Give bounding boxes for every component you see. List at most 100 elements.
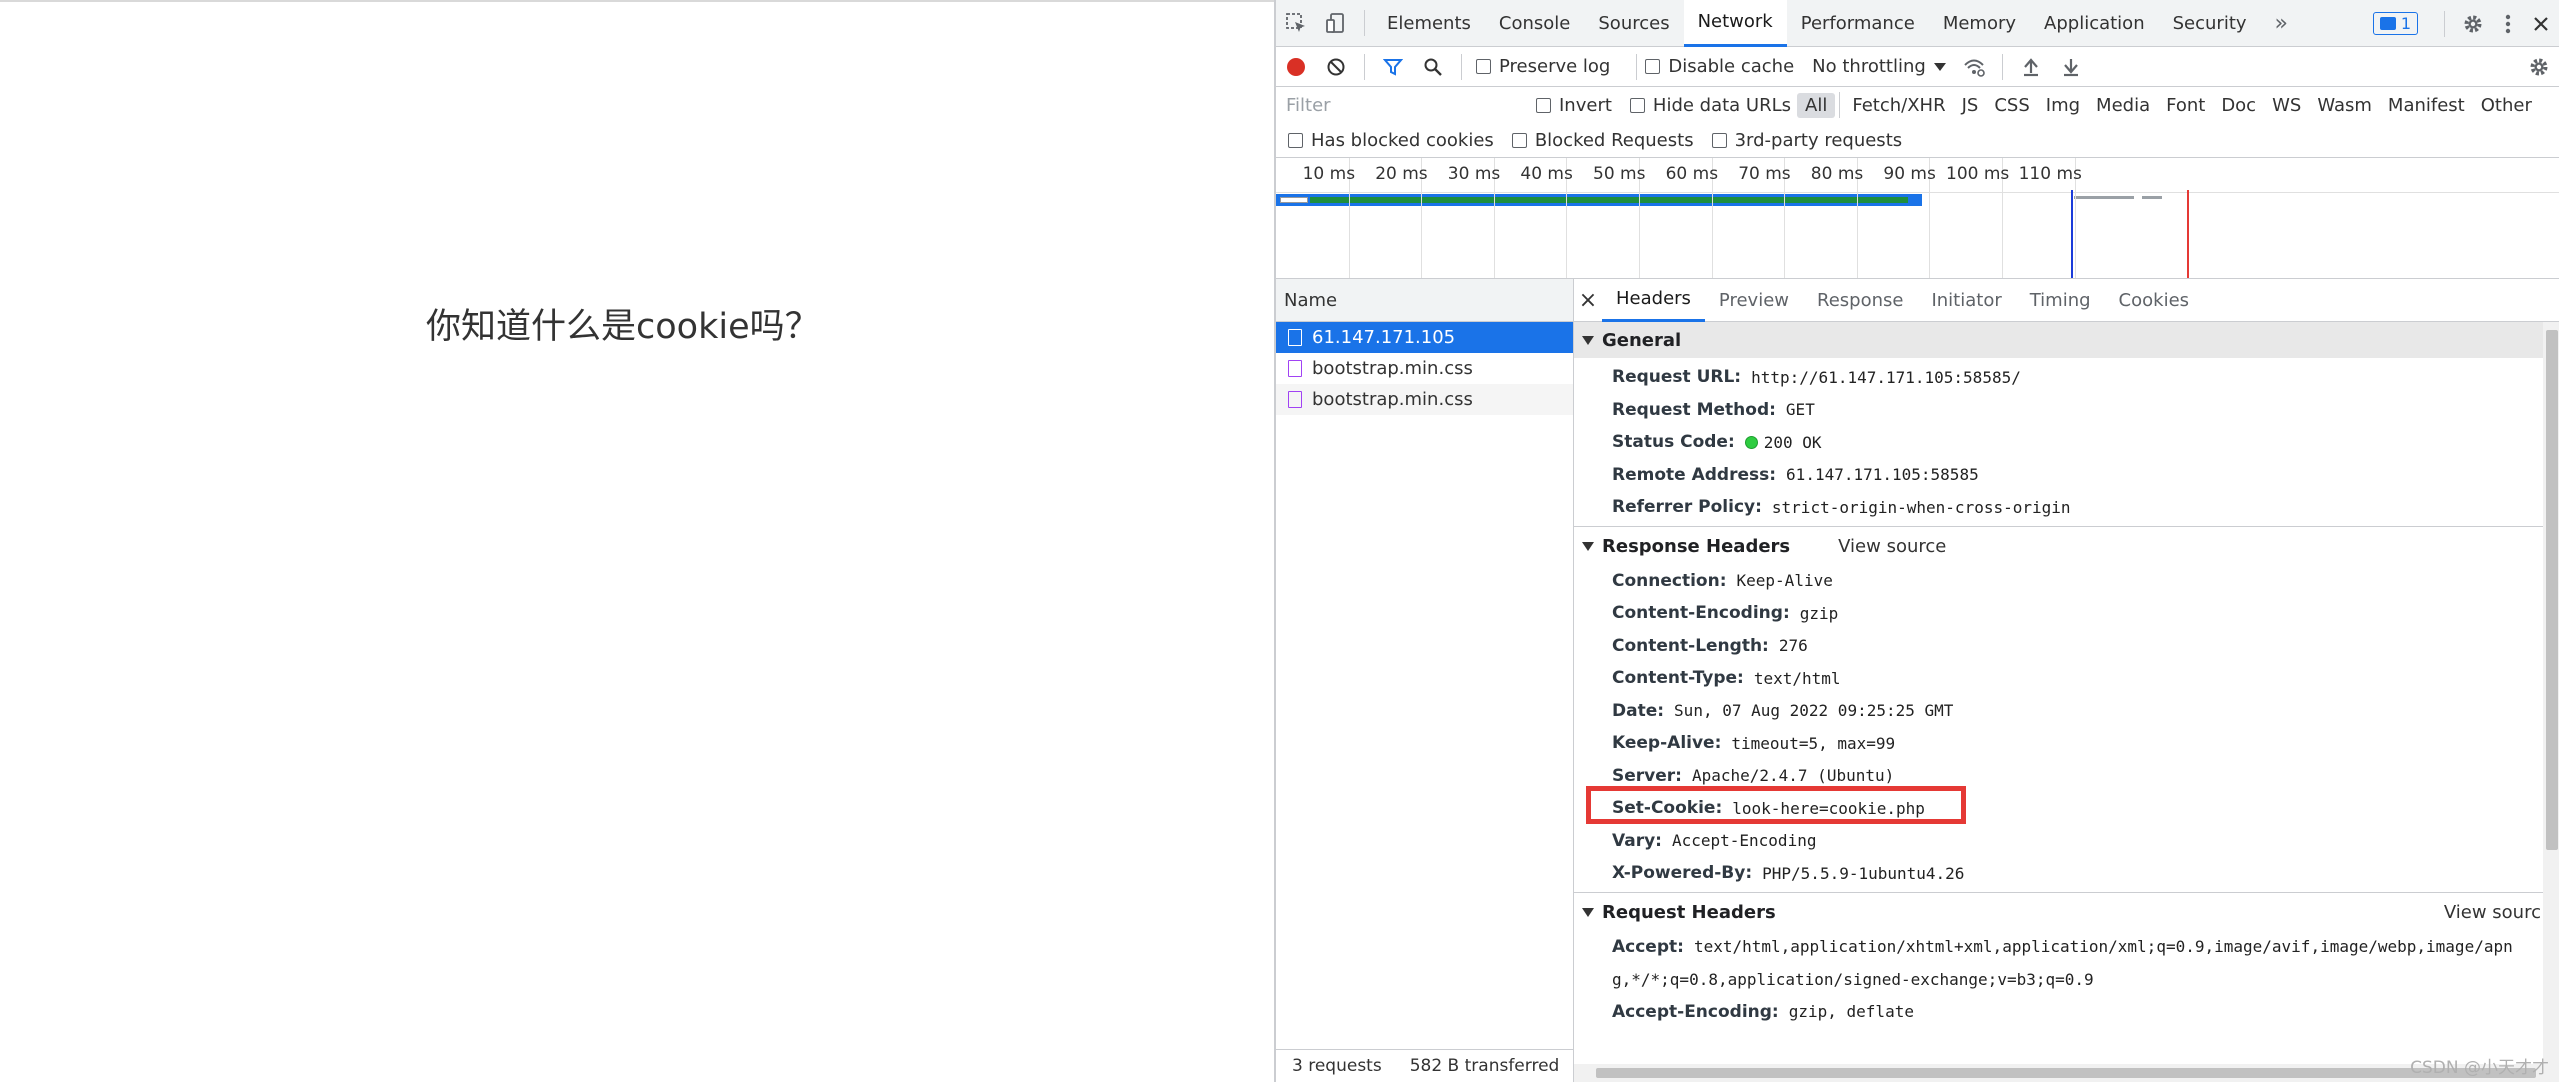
request-row-stylesheet[interactable]: bootstrap.min.css [1276, 353, 1573, 384]
header-row-remote-address: Remote Address: 61.147.171.105:58585 [1574, 459, 2559, 492]
tab-application[interactable]: Application [2030, 0, 2159, 47]
detail-tab-cookies[interactable]: Cookies [2105, 279, 2203, 322]
header-row-continuation: g,*/*;q=0.8,application/signed-exchange;… [1574, 963, 2559, 996]
collapse-triangle-icon [1582, 908, 1594, 917]
vertical-scrollbar[interactable] [2543, 322, 2559, 1082]
tab-sources[interactable]: Sources [1584, 0, 1683, 47]
throttling-select[interactable]: No throttling [1812, 56, 1946, 77]
tab-security[interactable]: Security [2159, 0, 2261, 47]
type-filter-font[interactable]: Font [2158, 93, 2213, 118]
close-detail-icon[interactable]: × [1574, 288, 1602, 313]
type-filter-fetch-xhr[interactable]: Fetch/XHR [1844, 93, 1953, 118]
search-button[interactable] [1413, 43, 1453, 90]
tab-network[interactable]: Network [1683, 0, 1787, 47]
issues-count: 1 [2400, 14, 2411, 33]
header-value: http://61.147.171.105:58585/ [1751, 367, 2021, 387]
request-name: 61.147.171.105 [1312, 327, 1456, 348]
settings-gear-icon[interactable] [2453, 0, 2493, 47]
clear-icon [1327, 58, 1345, 75]
detail-tab-timing[interactable]: Timing [2016, 279, 2105, 322]
header-row-x-powered-by: X-Powered-By: PHP/5.5.9-1ubuntu4.26 [1574, 857, 2559, 890]
network-settings-gear-icon[interactable] [2519, 43, 2559, 90]
header-key: Date: [1612, 700, 1665, 721]
detail-tab-initiator[interactable]: Initiator [1917, 279, 2015, 322]
export-har-icon[interactable] [2051, 43, 2091, 90]
request-headers-header[interactable]: Request Headers View sourc [1574, 894, 2559, 931]
checkbox-box [1645, 59, 1661, 74]
response-headers-header[interactable]: Response Headers View source [1574, 528, 2559, 565]
checkbox-box [1511, 132, 1527, 148]
type-filter-css[interactable]: CSS [1986, 93, 2037, 118]
divider [2001, 53, 2003, 80]
detail-tab-response[interactable]: Response [1803, 279, 1917, 322]
clear-button[interactable] [1316, 43, 1356, 90]
type-filter-img[interactable]: Img [2038, 93, 2088, 118]
close-devtools-icon[interactable] [2523, 0, 2559, 47]
transferred-size: 582 B transferred [1409, 1056, 1560, 1076]
more-options-icon[interactable] [2493, 0, 2523, 47]
request-row-document[interactable]: 61.147.171.105 [1276, 322, 1573, 353]
type-filter-doc[interactable]: Doc [2213, 93, 2264, 118]
header-value: strict-origin-when-cross-origin [1771, 497, 2071, 517]
type-filter-all[interactable]: All [1797, 92, 1836, 118]
invert-checkbox[interactable]: Invert [1536, 95, 1612, 116]
network-conditions-icon[interactable] [1954, 43, 1994, 90]
has-blocked-cookies-checkbox[interactable]: Has blocked cookies [1288, 130, 1494, 151]
header-key: Remote Address: [1612, 464, 1777, 485]
detail-tab-headers[interactable]: Headers [1602, 279, 1705, 322]
filter-input[interactable]: Filter [1286, 91, 1536, 119]
request-row-stylesheet[interactable]: bootstrap.min.css [1276, 384, 1573, 415]
type-filter-js[interactable]: JS [1954, 93, 1987, 118]
blocked-requests-label: Blocked Requests [1534, 129, 1694, 151]
header-row-date: Date: Sun, 07 Aug 2022 09:25:25 GMT [1574, 695, 2559, 728]
waterfall-bar-green [1310, 197, 1908, 203]
hide-data-urls-checkbox[interactable]: Hide data URLs [1629, 95, 1791, 116]
request-name: bootstrap.min.css [1312, 389, 1473, 410]
type-filter-ws[interactable]: WS [2264, 93, 2309, 118]
preserve-log-checkbox[interactable]: Preserve log [1476, 56, 1610, 77]
scrollbar-thumb[interactable] [2546, 330, 2558, 850]
request-detail-panel: × Headers Preview Response Initiator Timing C… [1574, 279, 2559, 1082]
tab-performance[interactable]: Performance [1787, 0, 1929, 47]
type-filter-manifest[interactable]: Manifest [2380, 93, 2473, 118]
filter-toggle-button[interactable] [1373, 43, 1413, 90]
network-overview-timeline[interactable]: 10 ms 20 ms 30 ms 40 ms 50 ms 60 ms 70 ms 80 ms… [1276, 158, 2559, 279]
network-status-bar: 3 requests 582 B transferred [1276, 1049, 1573, 1082]
name-column-header[interactable]: Name [1276, 279, 1573, 322]
tab-console[interactable]: Console [1485, 0, 1584, 47]
record-button[interactable] [1276, 43, 1316, 90]
general-section-header[interactable]: General [1574, 322, 2559, 358]
timeline-ruler [1276, 192, 2559, 193]
disable-cache-checkbox[interactable]: Disable cache [1645, 56, 1794, 77]
tab-elements[interactable]: Elements [1373, 0, 1485, 47]
header-value: gzip, deflate [1788, 1002, 1914, 1022]
third-party-requests-checkbox[interactable]: 3rd-party requests [1711, 130, 1902, 151]
stylesheet-icon [1288, 391, 1302, 408]
header-key: Request Method: [1612, 399, 1776, 420]
header-value: Apache/2.4.7 (Ubuntu) [1691, 766, 1895, 786]
type-filter-wasm[interactable]: Wasm [2309, 93, 2380, 118]
tab-memory[interactable]: Memory [1929, 0, 2030, 47]
device-toolbar-icon[interactable] [1316, 0, 1356, 47]
inspect-element-icon[interactable] [1276, 0, 1316, 47]
import-har-icon[interactable] [2011, 43, 2051, 90]
checkbox-box [1629, 97, 1645, 113]
type-filter-media[interactable]: Media [2088, 93, 2158, 118]
header-value: Accept-Encoding [1671, 831, 1817, 851]
blocked-requests-checkbox[interactable]: Blocked Requests [1511, 129, 1694, 151]
view-source-link[interactable]: View source [1838, 536, 1946, 557]
header-row-request-url: Request URL: http://61.147.171.105:58585/ [1574, 361, 2559, 394]
more-tabs-button[interactable]: » [2261, 0, 2302, 47]
timeline-tick-label: 30 ms [1447, 164, 1501, 184]
type-filter-other[interactable]: Other [2473, 93, 2540, 118]
filter-bar: Filter Invert Hide data URLs All Fetch/XH… [1276, 87, 2559, 123]
issues-badge[interactable]: 1 [2372, 12, 2418, 35]
document-icon [1288, 329, 1302, 346]
header-value: 61.147.171.105:58585 [1786, 465, 1979, 485]
throttling-value: No throttling [1812, 56, 1926, 77]
detail-tab-preview[interactable]: Preview [1705, 279, 1803, 322]
header-key: Server: [1612, 765, 1682, 786]
view-source-link[interactable]: View sourc [2444, 902, 2541, 923]
scrollbar-thumb[interactable] [1596, 1068, 2536, 1078]
header-value: 200 OK [1763, 432, 1822, 452]
